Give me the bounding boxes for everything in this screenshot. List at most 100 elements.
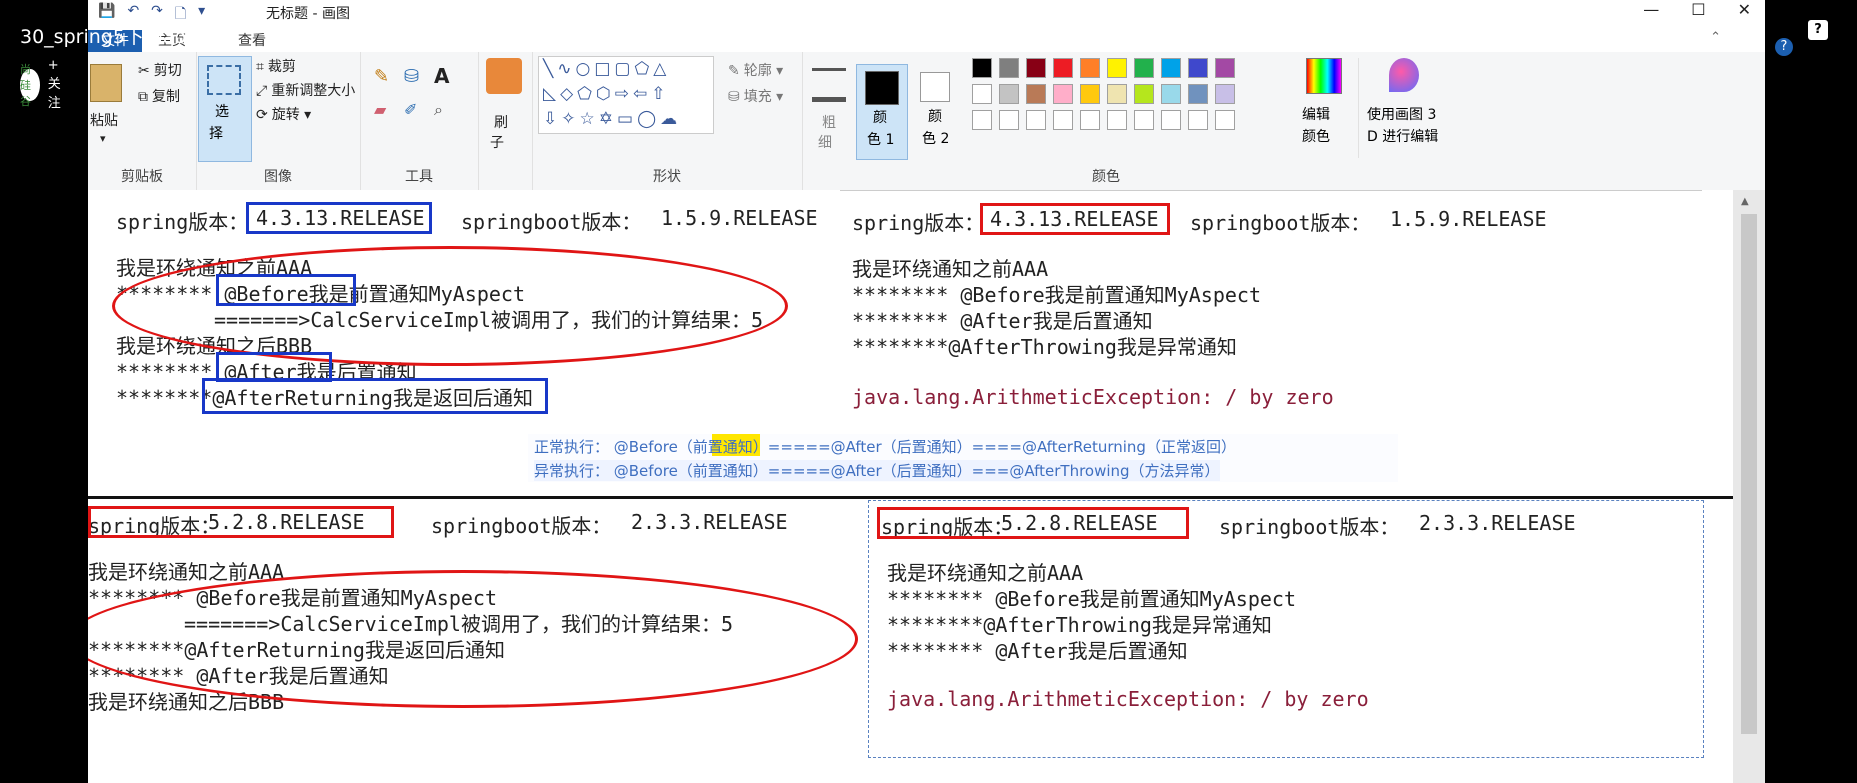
magnifier-icon[interactable]: ⌕ — [434, 100, 443, 120]
paint3d-button[interactable]: 使用画图 3 D 进行编辑 — [1358, 58, 1447, 158]
diamond-shape-icon[interactable]: ◇ — [560, 84, 577, 104]
color-swatch[interactable] — [1053, 58, 1073, 78]
custom-color-slot[interactable] — [1161, 110, 1181, 130]
custom-color-slot[interactable] — [999, 110, 1019, 130]
custom-color-slot[interactable] — [1188, 110, 1208, 130]
scroll-up-icon[interactable]: ▲ — [1741, 196, 1749, 207]
ribbon-help-icon[interactable]: ? — [1775, 38, 1793, 56]
fill-button[interactable]: ⛁ 填充 ▾ — [728, 86, 783, 106]
four-point-star-shape-icon[interactable]: ✧ — [561, 109, 579, 129]
outline-button[interactable]: ✎ 轮廓 ▾ — [728, 60, 783, 80]
color-swatch[interactable] — [1215, 84, 1235, 104]
oval-shape-icon[interactable]: ○ — [576, 59, 595, 79]
callout-oval-shape-icon[interactable]: ◯ — [637, 109, 660, 129]
cut-button[interactable]: ✂ 剪切 — [138, 60, 182, 80]
paste-icon[interactable] — [90, 64, 122, 102]
hexagon-shape-icon[interactable]: ⬡ — [596, 84, 615, 104]
brush-icon[interactable] — [486, 58, 522, 94]
drawing-canvas[interactable]: spring版本： 4.3.13.RELEASE springboot版本： 1… — [88, 190, 1733, 783]
springboot-version-label: springboot版本： — [1190, 211, 1371, 235]
callout-cloud-shape-icon[interactable]: ☁ — [660, 109, 681, 129]
exception-execution-order: 异常执行： @Before（前置通知）=====@After（后置通知）===@… — [534, 460, 1220, 481]
color-swatch[interactable] — [999, 58, 1019, 78]
color-swatch[interactable] — [1080, 84, 1100, 104]
custom-color-slot[interactable] — [1080, 110, 1100, 130]
custom-color-slot[interactable] — [1215, 110, 1235, 130]
text-tool-icon[interactable]: A — [434, 64, 449, 88]
vertical-scrollbar[interactable]: ▲ — [1733, 190, 1765, 783]
select-button[interactable]: 选 择 — [198, 56, 252, 162]
color-picker-icon[interactable]: ✐ — [404, 100, 417, 119]
tab-view[interactable]: 查看 — [238, 30, 266, 50]
color-swatch[interactable] — [972, 58, 992, 78]
five-point-star-shape-icon[interactable]: ☆ — [580, 109, 599, 129]
right-triangle-shape-icon[interactable]: ◺ — [543, 84, 560, 104]
left-arrow-shape-icon[interactable]: ⇦ — [633, 84, 651, 104]
size-label-1[interactable]: 粗 — [822, 112, 836, 132]
color-swatch[interactable] — [1053, 84, 1073, 104]
collapse-ribbon-icon[interactable]: ⌃ — [1710, 30, 1721, 45]
brushes-label-1[interactable]: 刷 — [494, 112, 508, 132]
color-swatch[interactable] — [1107, 84, 1127, 104]
minimize-button[interactable]: — — [1643, 0, 1659, 19]
copy-button[interactable]: ⧉ 复制 — [138, 86, 180, 106]
pencil-icon[interactable]: ✎ — [374, 66, 389, 87]
color-swatch[interactable] — [1161, 84, 1181, 104]
follow-button[interactable]: + 关注 — [48, 58, 73, 111]
custom-color-slot[interactable] — [1053, 110, 1073, 130]
close-button[interactable]: ✕ — [1738, 0, 1751, 19]
line-shape-icon[interactable]: ╲ — [543, 59, 557, 79]
paste-button[interactable]: 粘贴 — [90, 110, 118, 130]
eraser-icon[interactable]: ▰ — [374, 100, 386, 119]
rectangle-shape-icon[interactable]: □ — [594, 59, 614, 79]
polygon-shape-icon[interactable]: ⬠ — [634, 59, 653, 79]
color-swatch[interactable] — [1026, 84, 1046, 104]
brushes-label-2[interactable]: 子 — [490, 132, 504, 152]
color-swatch[interactable] — [1026, 58, 1046, 78]
color-swatch[interactable] — [1107, 58, 1127, 78]
help-icon[interactable]: ? — [1808, 20, 1828, 40]
custom-color-slot[interactable] — [1134, 110, 1154, 130]
scrollbar-thumb[interactable] — [1741, 214, 1757, 734]
size-icon[interactable] — [812, 68, 846, 102]
pentagon-shape-icon[interactable]: ⬠ — [577, 84, 596, 104]
fill-bucket-icon[interactable]: ⛁ — [404, 66, 419, 87]
color-swatch[interactable] — [999, 84, 1019, 104]
down-arrow-shape-icon[interactable]: ⇩ — [543, 109, 561, 129]
color-swatch[interactable] — [1215, 58, 1235, 78]
window-title: 无标题 - 画图 — [266, 6, 350, 22]
triangle-shape-icon[interactable]: △ — [653, 59, 670, 79]
ribbon-tabs: 文件 主页 查看 ⌃ — [88, 26, 1765, 52]
shapes-gallery[interactable]: ╲∿○□▢⬠△ ◺◇⬠⬡⇨⇦⇧ ⇩✧☆✡▭◯☁ — [538, 56, 714, 134]
clipboard-group: 粘贴 ▾ ✂ 剪切 ⧉ 复制 剪贴板 — [88, 52, 197, 190]
cut-label: 剪切 — [153, 63, 182, 79]
color2-button[interactable]: 颜 色 2 — [910, 64, 960, 158]
color-swatch[interactable] — [1134, 58, 1154, 78]
edit-colors-button[interactable]: 编辑 颜色 — [1296, 58, 1356, 158]
right-arrow-shape-icon[interactable]: ⇨ — [615, 84, 633, 104]
custom-color-slot[interactable] — [972, 110, 992, 130]
up-arrow-shape-icon[interactable]: ⇧ — [651, 84, 669, 104]
curve-shape-icon[interactable]: ∿ — [557, 59, 575, 79]
custom-color-slot[interactable] — [1026, 110, 1046, 130]
rounded-rectangle-shape-icon[interactable]: ▢ — [614, 59, 634, 79]
color-swatch[interactable] — [1080, 58, 1100, 78]
color-swatch[interactable] — [1134, 84, 1154, 104]
rotate-button[interactable]: ⟳ 旋转 ▾ — [256, 104, 311, 124]
resize-button[interactable]: ⤢ 重新调整大小 — [256, 80, 355, 100]
six-point-star-shape-icon[interactable]: ✡ — [599, 109, 617, 129]
crop-button[interactable]: ⌗ 裁剪 — [256, 56, 296, 76]
maximize-button[interactable]: ☐ — [1691, 0, 1705, 19]
callout-rect-shape-icon[interactable]: ▭ — [617, 109, 637, 129]
avatar[interactable]: 尚硅谷 — [20, 63, 40, 108]
clipboard-group-label: 剪贴板 — [121, 169, 163, 185]
size-label-2[interactable]: 细 — [818, 132, 832, 152]
custom-color-slot[interactable] — [1107, 110, 1127, 130]
color-swatch[interactable] — [1161, 58, 1181, 78]
paste-dropdown-icon[interactable]: ▾ — [100, 132, 106, 145]
color1-button[interactable]: 颜 色 1 — [856, 64, 908, 160]
color-swatch[interactable] — [1188, 84, 1208, 104]
color-swatch[interactable] — [972, 84, 992, 104]
copy-icon: ⧉ — [138, 89, 148, 105]
color-swatch[interactable] — [1188, 58, 1208, 78]
